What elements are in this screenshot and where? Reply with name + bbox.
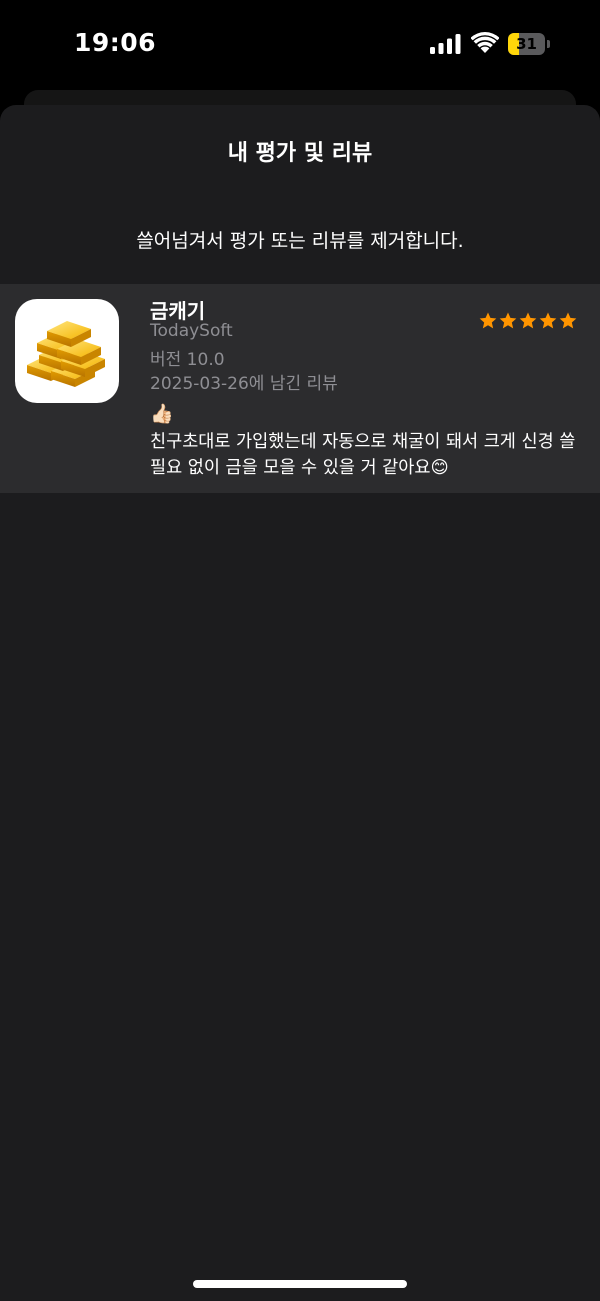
star-icon (499, 312, 517, 329)
signal-icon (430, 34, 461, 54)
battery-icon: 31 (508, 33, 550, 55)
ratings-reviews-sheet: 내 평가 및 리뷰 쓸어넘겨서 평가 또는 리뷰를 제거합니다. 금캐기 Tod… (0, 105, 600, 1301)
status-bar: 19:06 31 (0, 0, 600, 90)
developer-name: TodaySoft (150, 321, 233, 341)
review-row[interactable]: 금캐기 TodaySoft 버전 10.0 2025-03-26에 남긴 리뷰 … (0, 284, 600, 493)
review-date: 2025-03-26에 남긴 리뷰 (150, 374, 338, 394)
review-body: 친구초대로 가입했는데 자동으로 채굴이 돼서 크게 신경 쓸 필요 없이 금을… (150, 432, 576, 478)
battery-level: 31 (516, 35, 537, 53)
app-name: 금캐기 (150, 299, 206, 323)
star-icon (559, 312, 577, 329)
app-icon[interactable] (15, 299, 119, 403)
app-version: 버전 10.0 (150, 350, 225, 370)
gold-bars-icon (27, 321, 105, 387)
star-icon (519, 312, 537, 329)
status-time: 19:06 (74, 28, 157, 57)
star-icon (539, 312, 557, 329)
swipe-hint: 쓸어넘겨서 평가 또는 리뷰를 제거합니다. (136, 230, 464, 252)
star-icon (479, 312, 497, 329)
wifi-icon (471, 32, 499, 53)
page-title: 내 평가 및 리뷰 (227, 141, 373, 166)
star-rating (478, 311, 578, 331)
home-indicator[interactable] (193, 1280, 407, 1288)
review-title: 👍🏻 (150, 403, 174, 425)
battery-body: 31 (508, 33, 545, 55)
battery-cap (547, 40, 550, 48)
